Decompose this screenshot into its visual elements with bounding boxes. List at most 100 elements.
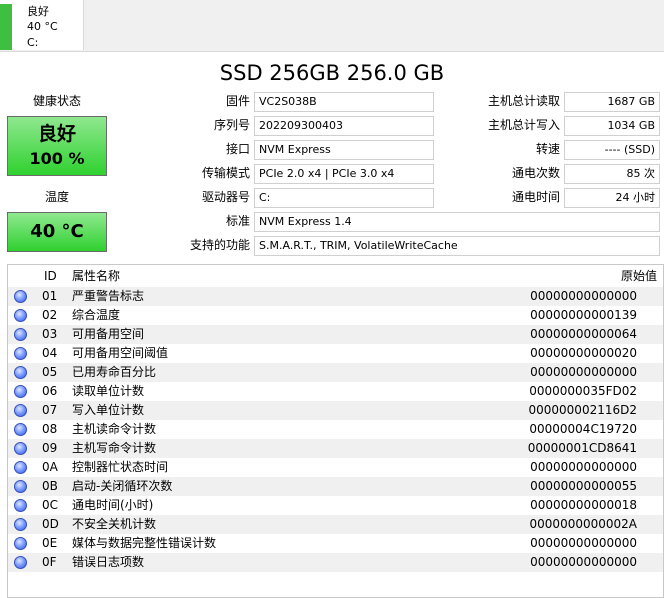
table-row[interactable]: 02 综合温度 00000000000139 (8, 306, 663, 325)
status-dot-icon (14, 537, 27, 550)
table-row[interactable]: 09 主机写命令计数 00000001CD8641 (8, 439, 663, 458)
table-row[interactable]: 0E 媒体与数据完整性错误计数 00000000000000 (8, 534, 663, 553)
row-name: 读取单位计数 (72, 384, 145, 398)
status-dot-icon (14, 423, 27, 436)
smart-table[interactable]: ID 属性名称 原始值 01 严重警告标志 00000000000000 02 综合温… (7, 264, 664, 598)
row-name: 综合温度 (72, 308, 121, 322)
row-raw: 00000000000064 (530, 327, 637, 341)
host-reads-field: 1687 GB (564, 92, 660, 112)
table-row[interactable]: 06 读取单位计数 0000000035FD02 (8, 382, 663, 401)
transfer-mode-field: PCIe 2.0 x4 | PCIe 3.0 x4 (254, 164, 434, 184)
status-dot-icon (14, 499, 27, 512)
power-count-label: 通电次数 (511, 166, 560, 180)
row-raw: 00000000000000 (530, 289, 637, 303)
row-id: 0E (42, 536, 58, 550)
standard-label: 标准 (225, 214, 250, 228)
table-row[interactable]: 0D 不安全关机计数 0000000000002A (8, 515, 663, 534)
disk-tab-status: 良好 (27, 5, 49, 18)
table-row[interactable]: 0B 启动-关闭循环次数 00000000000055 (8, 477, 663, 496)
row-id: 0F (42, 555, 57, 569)
table-row[interactable]: 01 严重警告标志 00000000000000 (8, 287, 663, 306)
drive-letter-field: C: (254, 188, 434, 208)
status-dot-icon (14, 366, 27, 379)
rpm-field: ---- (SSD) (564, 140, 660, 160)
table-row[interactable]: 08 主机读命令计数 00000004C19720 (8, 420, 663, 439)
row-id: 09 (42, 441, 58, 455)
row-name: 启动-关闭循环次数 (72, 479, 173, 493)
column-header-name[interactable]: 属性名称 (72, 265, 120, 287)
health-status-box[interactable]: 良好 100 % (7, 116, 107, 176)
rpm-label: 转速 (535, 142, 560, 156)
table-row[interactable]: 0F 错误日志项数 00000000000000 (8, 553, 663, 572)
power-hours-field: 24 小时 (564, 188, 660, 208)
interface-field: NVM Express (254, 140, 434, 160)
row-raw: 00000004C19720 (529, 422, 637, 436)
row-name: 严重警告标志 (72, 289, 145, 303)
host-reads-label: 主机总计读取 (487, 94, 560, 108)
power-count-field: 85 次 (564, 164, 660, 184)
firmware-label: 固件 (225, 94, 250, 108)
serial-field: 202209300403 (254, 116, 434, 136)
row-name: 控制器忙状态时间 (72, 460, 169, 474)
table-row[interactable]: 03 可用备用空间 00000000000064 (8, 325, 663, 344)
health-label: 健康状态 (32, 94, 81, 108)
status-dot-icon (14, 328, 27, 341)
row-id: 07 (42, 403, 58, 417)
row-name: 写入单位计数 (72, 403, 145, 417)
status-dot-icon (14, 290, 27, 303)
interface-label: 接口 (225, 142, 250, 156)
disk-tab-bar: 良好 40 °C C: (0, 0, 664, 52)
row-name: 主机读命令计数 (72, 422, 157, 436)
table-row[interactable]: 0A 控制器忙状态时间 00000000000000 (8, 458, 663, 477)
status-dot-icon (14, 309, 27, 322)
disk-tab[interactable]: 良好 40 °C C: (0, 0, 84, 50)
row-raw: 00000000000139 (530, 308, 637, 322)
row-raw: 00000000000020 (530, 346, 637, 360)
row-raw: 00000001CD8641 (527, 441, 637, 455)
row-id: 08 (42, 422, 58, 436)
table-row[interactable]: 05 已用寿命百分比 00000000000000 (8, 363, 663, 382)
row-raw: 00000000000055 (530, 479, 637, 493)
standard-field: NVM Express 1.4 (254, 212, 660, 232)
status-dot-icon (14, 385, 27, 398)
disk-title: SSD 256GB 256.0 GB (219, 61, 445, 85)
features-label: 支持的功能 (189, 238, 250, 252)
firmware-field: VC2S038B (254, 92, 434, 112)
column-header-raw[interactable]: 原始值 (621, 265, 657, 287)
status-dot-icon (14, 461, 27, 474)
health-color-bar (0, 4, 12, 50)
row-raw: 00000000000000 (530, 555, 637, 569)
row-name: 错误日志项数 (72, 555, 145, 569)
drive-letter-label: 驱动器号 (201, 190, 250, 204)
row-id: 03 (42, 327, 58, 341)
row-name: 可用备用空间阈值 (72, 346, 169, 360)
status-dot-icon (14, 518, 27, 531)
row-name: 媒体与数据完整性错误计数 (72, 536, 217, 550)
row-id: 04 (42, 346, 58, 360)
column-header-id[interactable]: ID (44, 265, 57, 287)
row-id: 0B (42, 479, 58, 493)
table-row[interactable]: 0C 通电时间(小时) 00000000000018 (8, 496, 663, 515)
table-row[interactable]: 04 可用备用空间阈值 00000000000020 (8, 344, 663, 363)
row-name: 不安全关机计数 (72, 517, 157, 531)
features-field: S.M.A.R.T., TRIM, VolatileWriteCache (254, 236, 660, 256)
temperature-label: 温度 (44, 190, 69, 204)
row-raw: 000000002116D2 (528, 403, 638, 417)
status-dot-icon (14, 347, 27, 360)
health-status: 良好 (37, 123, 76, 145)
row-id: 05 (42, 365, 58, 379)
disk-tab-drive: C: (27, 36, 39, 49)
row-id: 06 (42, 384, 58, 398)
row-raw: 00000000000000 (530, 536, 637, 550)
serial-label: 序列号 (213, 118, 250, 132)
row-raw: 0000000035FD02 (529, 384, 637, 398)
table-row[interactable]: 07 写入单位计数 000000002116D2 (8, 401, 663, 420)
status-dot-icon (14, 480, 27, 493)
row-id: 0A (42, 460, 58, 474)
temperature-value[interactable]: 40 °C (7, 212, 107, 252)
row-raw: 00000000000000 (530, 460, 637, 474)
status-dot-icon (14, 404, 27, 417)
row-raw: 00000000000000 (530, 365, 637, 379)
row-name: 可用备用空间 (72, 327, 145, 341)
transfer-mode-label: 传输模式 (201, 166, 250, 180)
